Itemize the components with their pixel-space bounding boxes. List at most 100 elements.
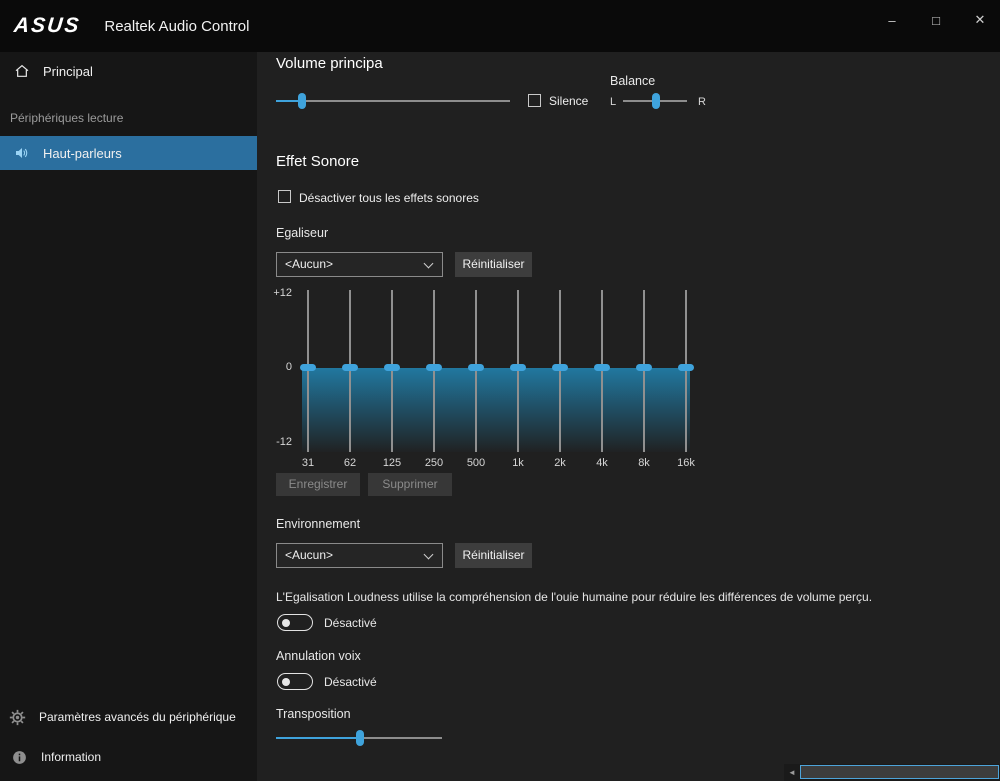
environment-label: Environnement: [276, 517, 360, 531]
eq-band-thumb[interactable]: [636, 364, 652, 371]
balance-right-label: R: [698, 96, 706, 108]
eq-band-2k: 2k: [539, 290, 581, 452]
voice-cancellation-label: Annulation voix: [276, 649, 361, 663]
effects-title: Effet Sonore: [276, 153, 359, 170]
horizontal-scrollbar[interactable]: ◄: [784, 764, 1000, 781]
eq-band-8k: 8k: [623, 290, 665, 452]
sidebar-item-label: Principal: [43, 64, 93, 79]
balance-slider-thumb[interactable]: [652, 93, 660, 109]
sidebar-item-principal[interactable]: Principal: [0, 54, 257, 88]
speaker-icon: [13, 145, 30, 162]
balance-left-label: L: [610, 96, 616, 108]
eq-band-thumb[interactable]: [468, 364, 484, 371]
chevron-down-icon: [424, 259, 434, 269]
eq-band-freq-label: 250: [413, 457, 455, 469]
transposition-slider-fill: [276, 737, 360, 739]
sidebar-item-information[interactable]: Information: [0, 740, 257, 774]
eq-band-freq-label: 4k: [581, 457, 623, 469]
realtek-audio-control-window: ASUS Realtek Audio Control – □ ✕ Princip…: [0, 0, 1000, 781]
balance-label: Balance: [610, 74, 655, 88]
voice-cancellation-toggle[interactable]: [277, 673, 313, 690]
titlebar: ASUS Realtek Audio Control – □ ✕: [0, 0, 1000, 52]
eq-band-freq-label: 31: [287, 457, 329, 469]
eq-band-freq-label: 125: [371, 457, 413, 469]
info-icon: [11, 749, 28, 766]
environment-reset-button[interactable]: Réinitialiser: [455, 543, 532, 568]
eq-band-thumb[interactable]: [384, 364, 400, 371]
loudness-toggle[interactable]: [277, 614, 313, 631]
sidebar-item-advanced-settings[interactable]: Paramètres avancés du périphérique: [0, 700, 257, 734]
equalizer-label: Egaliseur: [276, 226, 328, 240]
eq-band-thumb[interactable]: [594, 364, 610, 371]
eq-band-thumb[interactable]: [426, 364, 442, 371]
equalizer-reset-button[interactable]: Réinitialiser: [455, 252, 532, 277]
volume-slider-track[interactable]: [276, 100, 510, 102]
eq-band-track[interactable]: [391, 290, 393, 452]
save-preset-button[interactable]: Enregistrer: [276, 473, 360, 496]
eq-band-freq-label: 8k: [623, 457, 665, 469]
eq-band-track[interactable]: [685, 290, 687, 452]
eq-band-thumb[interactable]: [510, 364, 526, 371]
volume-title: Volume principa: [276, 55, 383, 72]
eq-band-freq-label: 500: [455, 457, 497, 469]
toggle-knob: [282, 619, 290, 627]
minimize-button[interactable]: –: [884, 13, 900, 28]
environment-preset-dropdown[interactable]: <Aucun>: [276, 543, 443, 568]
eq-band-thumb[interactable]: [552, 364, 568, 371]
window-controls: – □ ✕: [884, 0, 988, 40]
eq-band-500: 500: [455, 290, 497, 452]
eq-band-16k: 16k: [665, 290, 707, 452]
toggle-knob: [282, 678, 290, 686]
equalizer-preset-value: <Aucun>: [285, 257, 333, 271]
transposition-slider-thumb[interactable]: [356, 730, 364, 746]
loudness-description: L'Egalisation Loudness utilise la compré…: [276, 590, 872, 604]
loudness-state-label: Désactivé: [324, 616, 377, 630]
sidebar-item-haut-parleurs[interactable]: Haut-parleurs: [0, 136, 257, 170]
maximize-button[interactable]: □: [928, 13, 944, 28]
eq-band-thumb[interactable]: [678, 364, 694, 371]
eq-band-thumb[interactable]: [342, 364, 358, 371]
eq-band-1k: 1k: [497, 290, 539, 452]
eq-band-125: 125: [371, 290, 413, 452]
eq-band-250: 250: [413, 290, 455, 452]
silence-checkbox[interactable]: [528, 94, 541, 107]
eq-band-track[interactable]: [517, 290, 519, 452]
sidebar-item-label: Information: [41, 750, 101, 764]
eq-band-thumb[interactable]: [300, 364, 316, 371]
sidebar-item-label: Haut-parleurs: [43, 146, 122, 161]
eq-band-freq-label: 2k: [539, 457, 581, 469]
disable-effects-checkbox[interactable]: [278, 190, 291, 203]
scroll-left-arrow-icon[interactable]: ◄: [788, 768, 796, 777]
horizontal-scrollbar-thumb[interactable]: [800, 765, 999, 779]
eq-band-31: 31: [287, 290, 329, 452]
asus-logo: ASUS: [13, 14, 82, 38]
disable-effects-label: Désactiver tous les effets sonores: [299, 191, 479, 205]
app-title: Realtek Audio Control: [104, 18, 249, 35]
eq-band-freq-label: 1k: [497, 457, 539, 469]
eq-band-track[interactable]: [643, 290, 645, 452]
home-icon: [13, 63, 30, 80]
gear-icon: [9, 709, 26, 726]
silence-label: Silence: [549, 94, 588, 108]
volume-slider-thumb[interactable]: [298, 93, 306, 109]
eq-band-track[interactable]: [307, 290, 309, 452]
eq-band-track[interactable]: [433, 290, 435, 452]
close-button[interactable]: ✕: [972, 12, 988, 28]
eq-band-62: 62: [329, 290, 371, 452]
eq-band-track[interactable]: [601, 290, 603, 452]
delete-preset-button[interactable]: Supprimer: [368, 473, 452, 496]
main-content: Volume principa Silence Balance L R Effe…: [257, 52, 1000, 781]
eq-band-4k: 4k: [581, 290, 623, 452]
eq-band-freq-label: 62: [329, 457, 371, 469]
eq-band-track[interactable]: [349, 290, 351, 452]
chevron-down-icon: [424, 550, 434, 560]
eq-band-freq-label: 16k: [665, 457, 707, 469]
transposition-label: Transposition: [276, 707, 351, 721]
eq-band-track[interactable]: [475, 290, 477, 452]
voice-cancellation-state-label: Désactivé: [324, 675, 377, 689]
environment-preset-value: <Aucun>: [285, 548, 333, 562]
eq-band-track[interactable]: [559, 290, 561, 452]
sidebar-section-playback: Périphériques lecture: [10, 111, 123, 125]
sidebar-item-label: Paramètres avancés du périphérique: [39, 710, 236, 724]
equalizer-preset-dropdown[interactable]: <Aucun>: [276, 252, 443, 277]
